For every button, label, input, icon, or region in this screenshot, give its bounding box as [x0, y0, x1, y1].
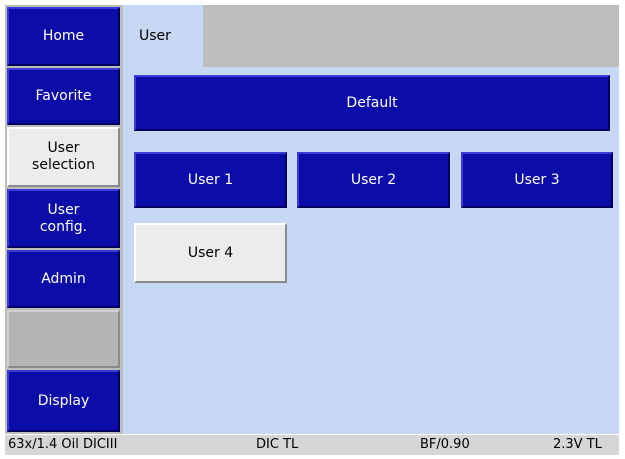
button-label: User 2 — [350, 172, 397, 188]
tab-label: User — [139, 28, 171, 44]
status-contrast: DIC TL — [256, 437, 299, 452]
tab-user[interactable]: User — [123, 5, 203, 67]
user-2-button[interactable]: User 2 — [297, 152, 450, 208]
sidebar-item-display[interactable]: Display — [7, 370, 120, 432]
button-label: User 4 — [187, 245, 234, 261]
status-bar: 63x/1.4 Oil DICIII DIC TL BF/0.90 2.3V T… — [5, 434, 619, 455]
sidebar-item-label: Home — [42, 28, 85, 44]
sidebar-item-home[interactable]: Home — [7, 7, 120, 66]
sidebar-item-admin[interactable]: Admin — [7, 250, 120, 308]
tab-bar: User — [123, 5, 619, 67]
sidebar-item-empty — [7, 310, 120, 368]
sidebar-item-label: User config. — [39, 201, 88, 235]
status-bf: BF/0.90 — [420, 437, 470, 452]
sidebar-item-user-config[interactable]: User config. — [7, 189, 120, 248]
default-user-button[interactable]: Default — [134, 75, 610, 131]
sidebar-item-favorite[interactable]: Favorite — [7, 68, 120, 125]
sidebar-item-label: Admin — [41, 270, 86, 287]
user-4-button[interactable]: User 4 — [134, 223, 287, 283]
user-1-button[interactable]: User 1 — [134, 152, 287, 208]
sidebar-item-user-selection[interactable]: User selection — [7, 127, 120, 187]
sidebar-item-label: Display — [37, 392, 90, 409]
sidebar-item-label: User selection — [32, 140, 95, 173]
sidebar-item-label: Favorite — [35, 88, 92, 104]
button-label: User 3 — [514, 172, 560, 188]
button-label: User 1 — [187, 172, 234, 188]
status-objective: 63x/1.4 Oil DICIII — [8, 437, 118, 452]
button-label: Default — [346, 95, 398, 111]
user-3-button[interactable]: User 3 — [461, 152, 613, 208]
sidebar: Home Favorite User selection User config… — [5, 5, 123, 434]
app-frame: Home Favorite User selection User config… — [5, 5, 619, 434]
status-voltage: 2.3V TL — [553, 437, 602, 452]
